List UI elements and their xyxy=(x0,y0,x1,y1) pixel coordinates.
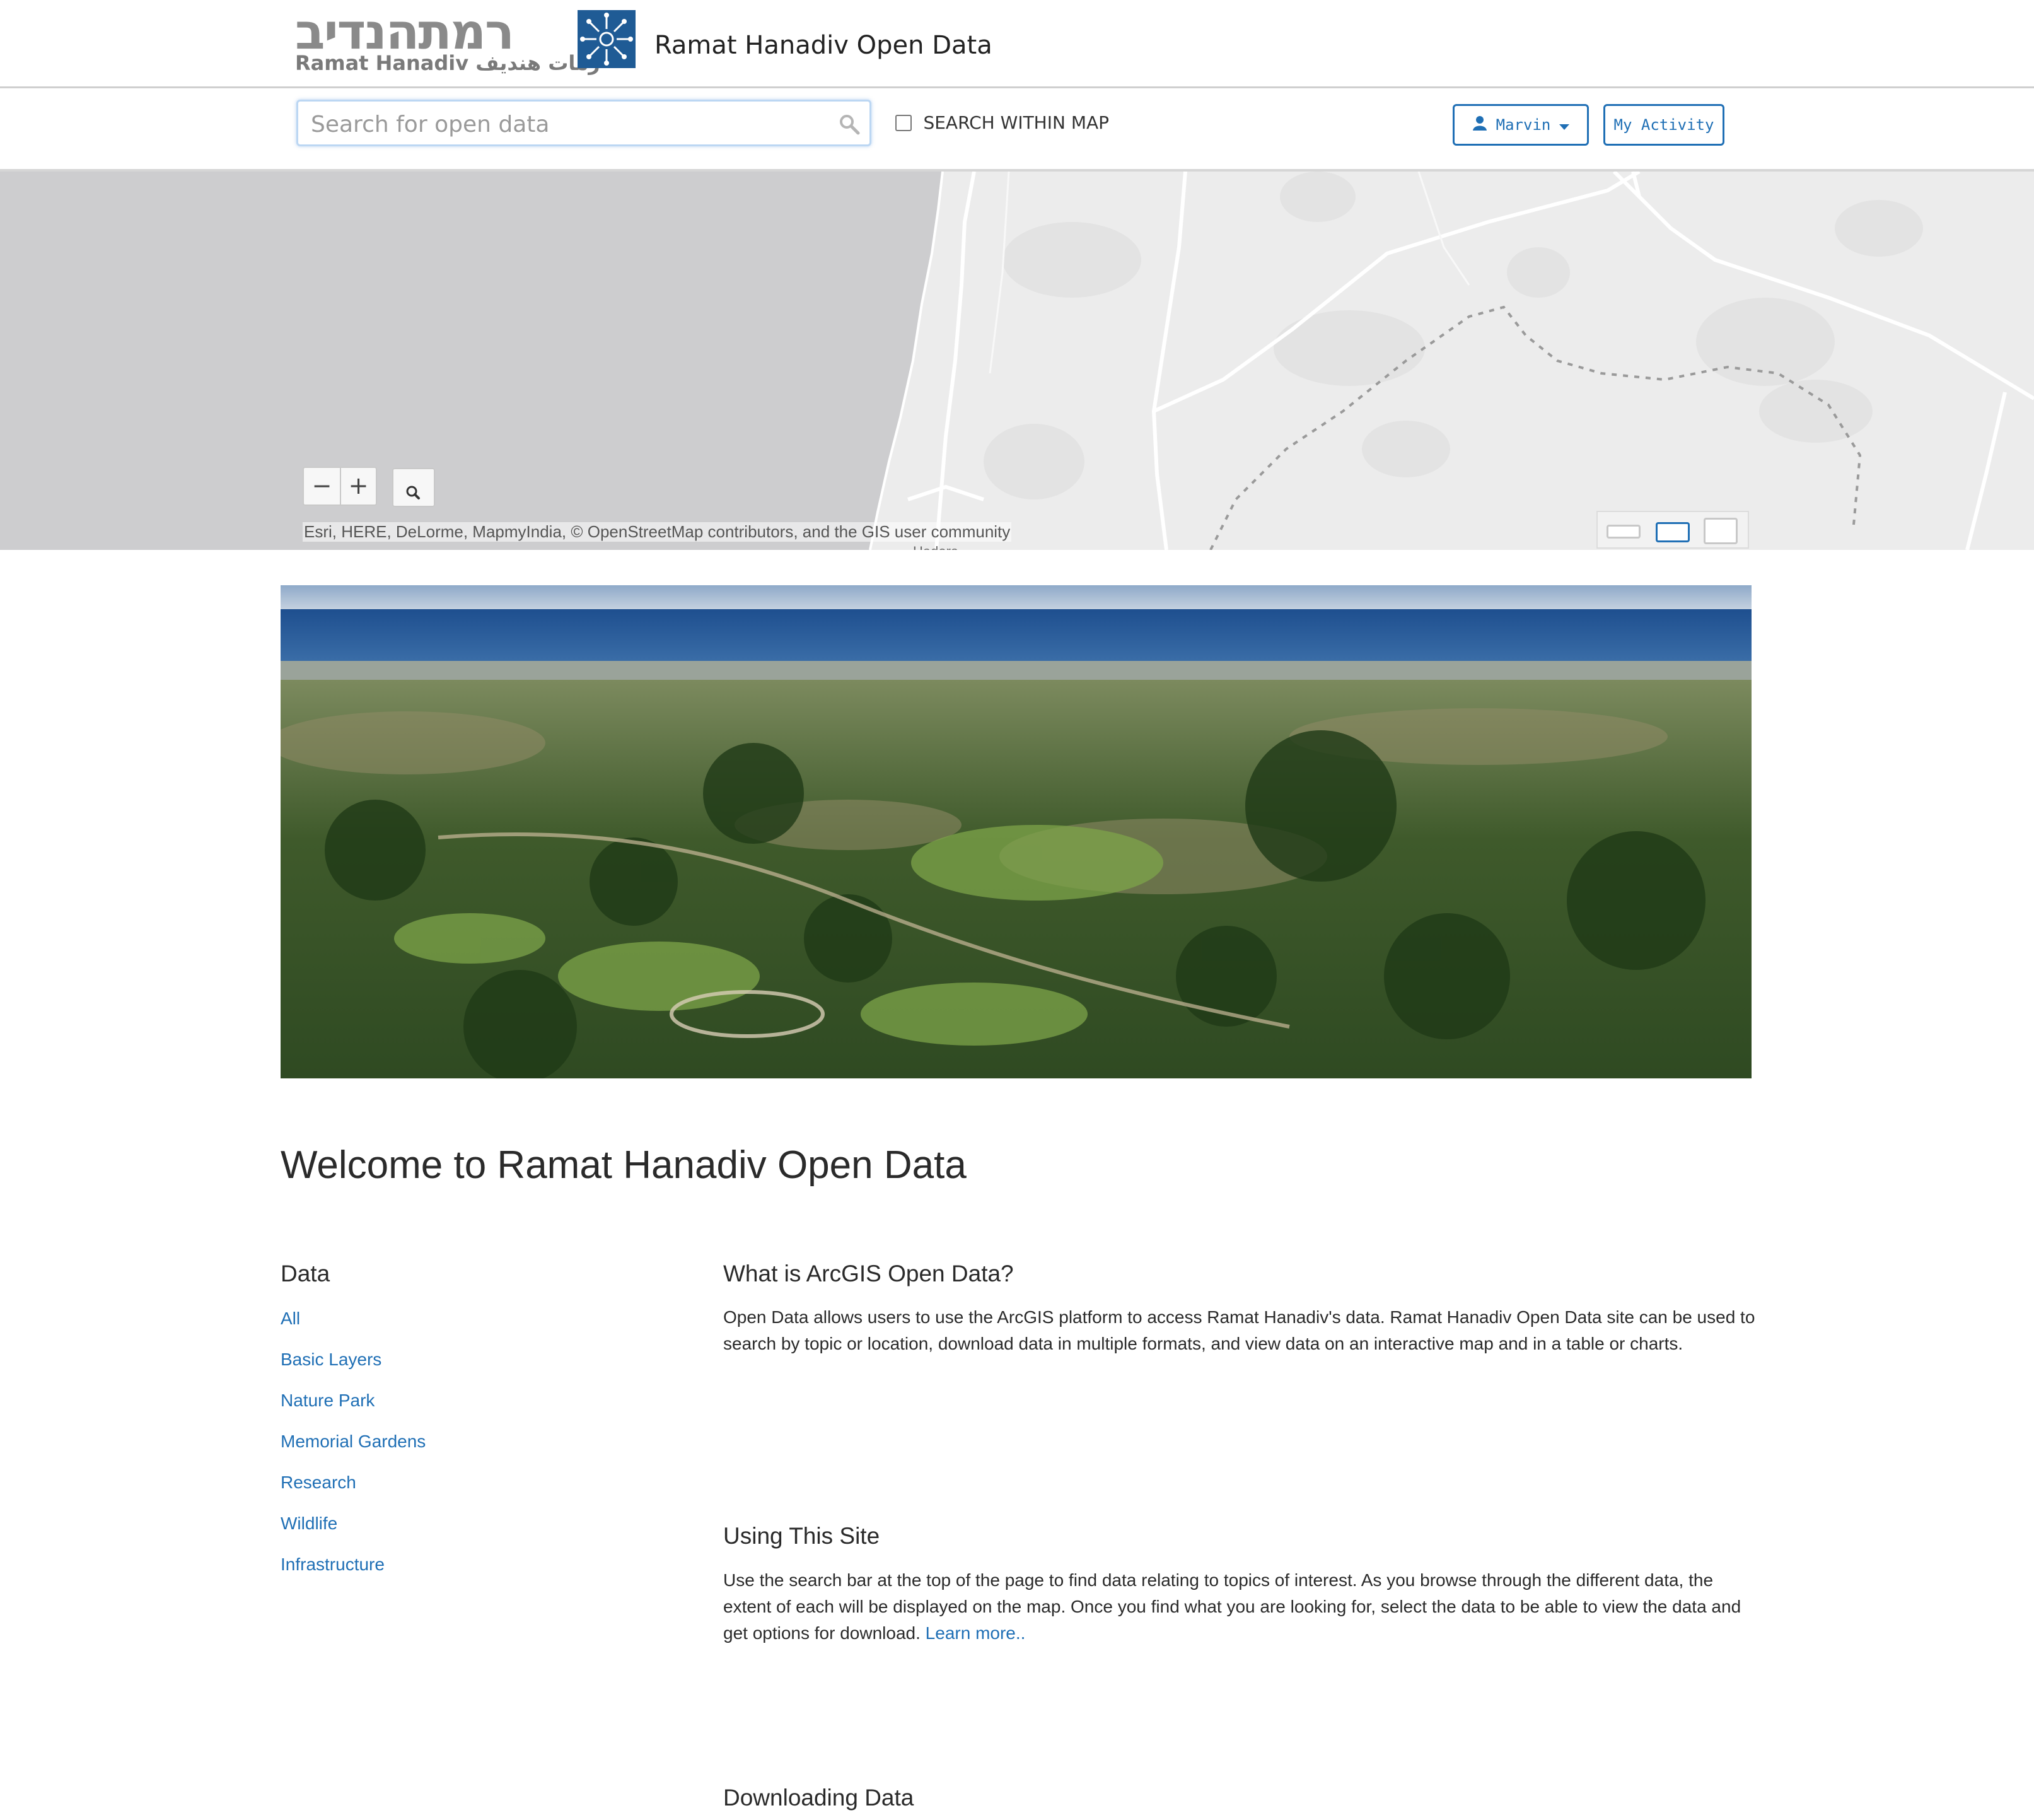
user-menu-button[interactable]: Marvin xyxy=(1453,104,1589,146)
section-downloading-title: Downloading Data xyxy=(723,1785,914,1811)
section-using-body: Use the search bar at the top of the pag… xyxy=(723,1567,1757,1647)
basemap-option-medium[interactable] xyxy=(1656,522,1690,542)
user-name: Marvin xyxy=(1496,116,1551,134)
data-link-nature-park[interactable]: Nature Park xyxy=(281,1390,375,1411)
map-view[interactable]: − + Hadera Esri, HERE, DeLorme, MapmyInd… xyxy=(0,172,2034,550)
logo-emblem-icon xyxy=(578,10,636,68)
basemap-switcher xyxy=(1596,511,1749,549)
search-input[interactable] xyxy=(310,108,817,141)
zoom-out-button[interactable]: − xyxy=(304,468,341,505)
map-place-label: Hadera xyxy=(913,544,958,550)
site-title[interactable]: Ramat Hanadiv Open Data xyxy=(654,30,992,61)
search-toolbar: SEARCH WITHIN MAP Marvin My Activity xyxy=(0,88,2034,172)
logo-subtitle: Ramat Hanadiv رمات هنديف xyxy=(295,51,600,75)
map-search-button[interactable] xyxy=(392,468,435,507)
data-link-memorial-gardens[interactable]: Memorial Gardens xyxy=(281,1431,426,1452)
site-logo[interactable]: רמתהנדיב Ramat Hanadiv رمات هنديف xyxy=(295,6,636,79)
search-within-map-label: SEARCH WITHIN MAP xyxy=(923,112,1110,133)
section-what-is-title: What is ArcGIS Open Data? xyxy=(723,1261,1014,1286)
search-within-map-toggle[interactable]: SEARCH WITHIN MAP xyxy=(895,112,1109,137)
section-using-title: Using This Site xyxy=(723,1523,880,1549)
data-link-research[interactable]: Research xyxy=(281,1472,356,1493)
zoom-in-button[interactable]: + xyxy=(340,468,376,505)
section-what-is-body: Open Data allows users to use the ArcGIS… xyxy=(723,1307,1755,1353)
data-link-all[interactable]: All xyxy=(281,1308,300,1329)
map-attribution[interactable]: Esri, HERE, DeLorme, MapmyIndia, © OpenS… xyxy=(303,522,1012,542)
data-link-wildlife[interactable]: Wildlife xyxy=(281,1513,337,1534)
chevron-down-icon xyxy=(1559,107,1570,144)
search-icon[interactable] xyxy=(838,113,861,136)
learn-more-link[interactable]: Learn more.. xyxy=(926,1623,1026,1643)
basemap-option-wide[interactable] xyxy=(1607,525,1641,539)
my-activity-button[interactable]: My Activity xyxy=(1603,104,1724,146)
search-box[interactable] xyxy=(296,100,871,146)
data-link-infrastructure[interactable]: Infrastructure xyxy=(281,1554,385,1575)
welcome-title: Welcome to Ramat Hanadiv Open Data xyxy=(281,1143,967,1187)
section-using-text: Use the search bar at the top of the pag… xyxy=(723,1570,1741,1643)
user-icon xyxy=(1472,107,1487,144)
search-within-map-checkbox[interactable] xyxy=(895,114,912,131)
data-categories-heading: Data xyxy=(281,1261,330,1286)
basemap-option-square[interactable] xyxy=(1704,518,1738,544)
data-link-basic-layers[interactable]: Basic Layers xyxy=(281,1349,381,1370)
magnifier-icon xyxy=(406,486,420,499)
hero-landscape-image xyxy=(281,585,1752,1078)
top-header: רמתהנדיב Ramat Hanadiv رمات هنديف Ramat … xyxy=(0,0,2034,88)
map-zoom-controls: − + xyxy=(303,467,377,506)
